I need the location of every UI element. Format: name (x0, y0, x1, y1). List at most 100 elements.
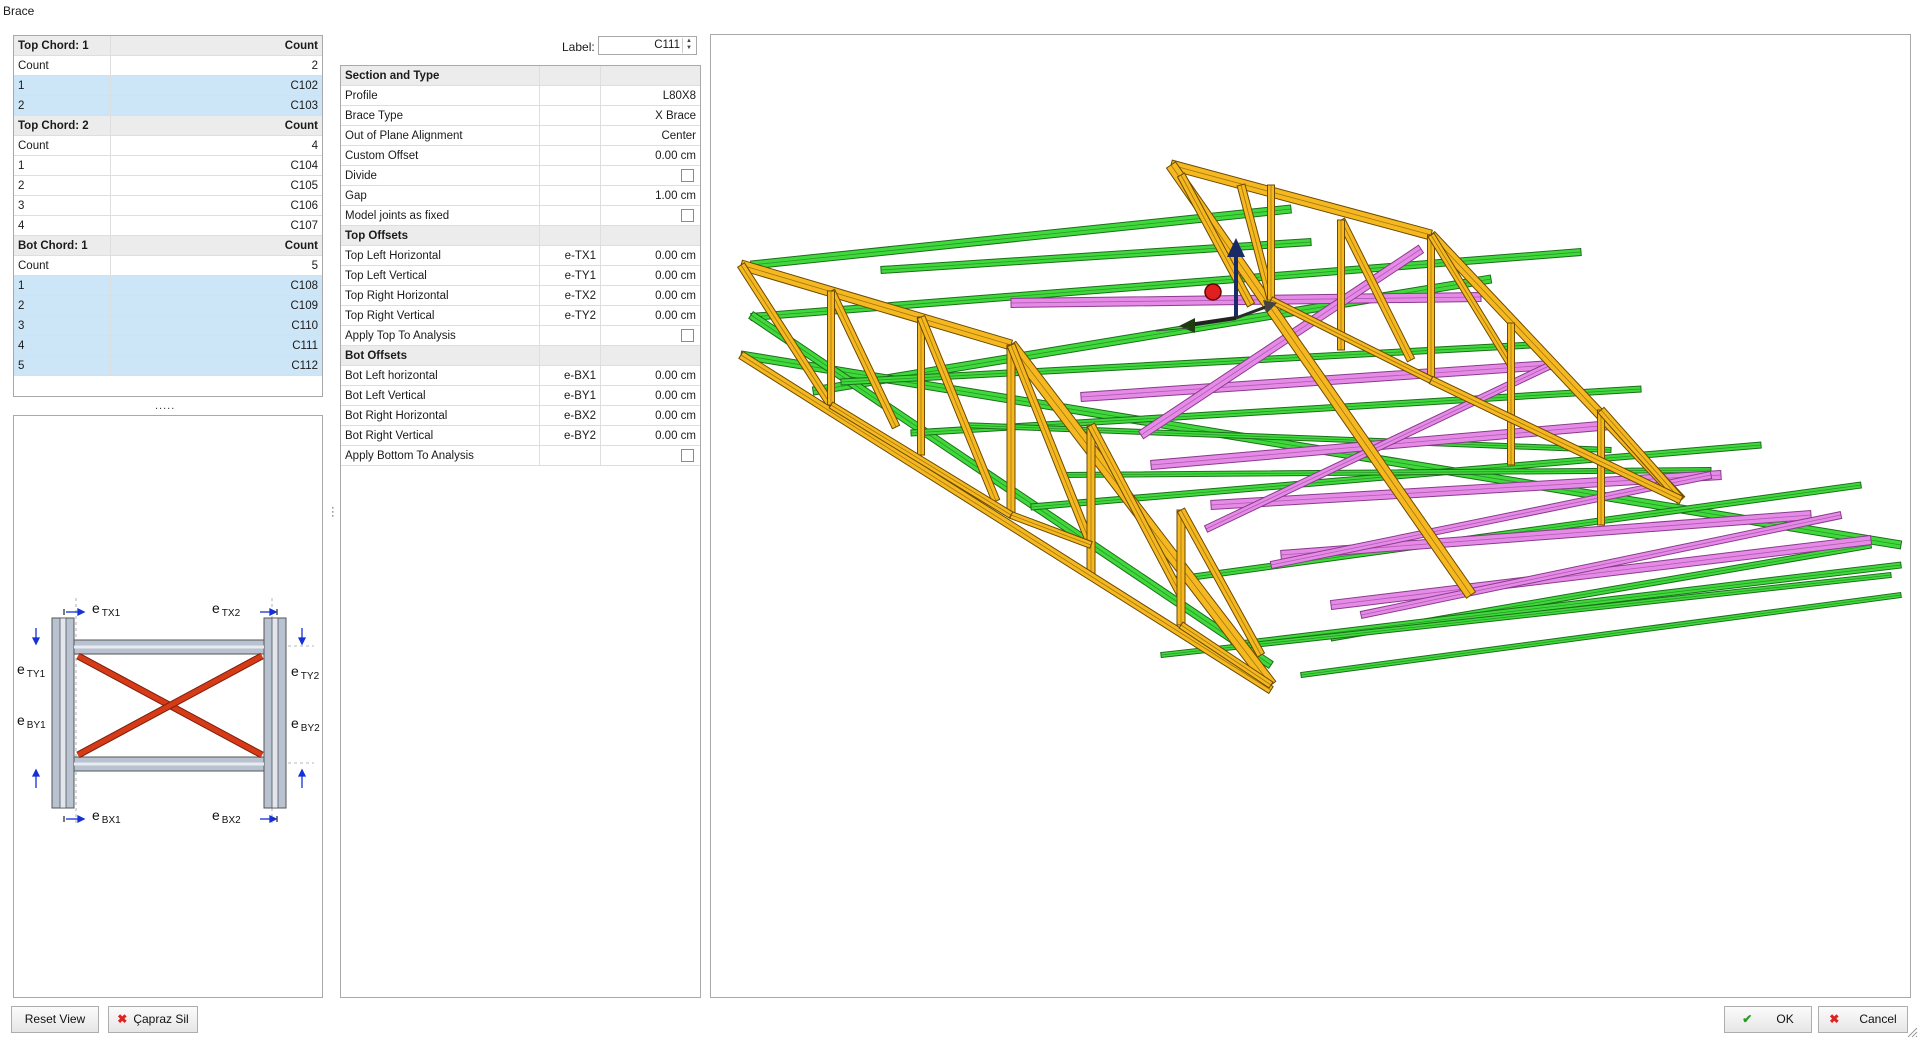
property-value[interactable]: 0.00 cm (600, 365, 700, 386)
chord-count-row[interactable]: Count 2 (14, 55, 322, 76)
vertical-splitter-grip[interactable]: · · · (331, 503, 337, 522)
label-input[interactable]: C111 ▲ ▼ (598, 36, 697, 55)
property-name: Divide (341, 165, 540, 186)
property-row[interactable]: Profile L80X8 (341, 85, 700, 106)
cancel-button[interactable]: ✖ Cancel (1818, 1006, 1908, 1033)
property-grid[interactable]: Section and Type Profile L80X8 Brace Type X … (340, 65, 701, 998)
chord-member-row[interactable]: 1 C108 (14, 275, 322, 296)
chord-member-row[interactable]: 2 C103 (14, 95, 322, 116)
chord-count-row[interactable]: Count 4 (14, 135, 322, 156)
property-row[interactable]: Brace Type X Brace (341, 105, 700, 126)
chord-member-id: C110 (110, 315, 322, 336)
property-code (539, 185, 601, 206)
cancel-label: Cancel (1859, 1012, 1897, 1026)
chord-group-count-header: Count (110, 235, 322, 256)
property-code (539, 205, 601, 226)
delete-brace-button[interactable]: ✖ Çapraz Sil (108, 1006, 198, 1033)
property-category[interactable]: Bot Offsets (341, 345, 700, 366)
chord-member-index: 2 (14, 295, 111, 316)
property-code: e-TY1 (539, 265, 601, 286)
chord-member-row[interactable]: 2 C109 (14, 295, 322, 316)
label-spinner[interactable]: ▲ ▼ (682, 38, 695, 53)
property-name: Out of Plane Alignment (341, 125, 540, 146)
property-value[interactable]: 0.00 cm (600, 425, 700, 446)
property-row[interactable]: Custom Offset 0.00 cm (341, 145, 700, 166)
property-name: Apply Top To Analysis (341, 325, 540, 346)
property-value[interactable]: X Brace (600, 105, 700, 126)
property-row[interactable]: Gap 1.00 cm (341, 185, 700, 206)
chord-member-index: 1 (14, 155, 111, 176)
reset-view-label: Reset View (24, 1012, 86, 1026)
label-e-bx2: e BX2 (212, 807, 241, 826)
ok-button[interactable]: ✔ OK (1724, 1006, 1812, 1033)
chord-group-header[interactable]: Top Chord: 2 Count (14, 115, 322, 136)
property-code (539, 85, 601, 106)
property-name: Bot Right Horizontal (341, 405, 540, 426)
property-value[interactable]: 0.00 cm (600, 265, 700, 286)
horizontal-splitter-grip[interactable]: ..... (155, 400, 175, 412)
chord-member-id: C112 (110, 355, 322, 376)
property-name: Bot Right Vertical (341, 425, 540, 446)
property-checkbox[interactable] (681, 208, 694, 222)
chord-member-id: C108 (110, 275, 322, 296)
roof-truss-model[interactable] (711, 35, 1910, 997)
property-row[interactable]: Bot Right Horizontal e-BX2 0.00 cm (341, 405, 700, 426)
chord-list[interactable]: Top Chord: 1 Count Count 2 1 C102 2 C103 Top Cho… (13, 35, 323, 397)
chord-count-value: 2 (110, 55, 322, 76)
spin-down-icon[interactable]: ▼ (686, 45, 692, 51)
delete-brace-label: Çapraz Sil (133, 1012, 189, 1026)
property-row[interactable]: Out of Plane Alignment Center (341, 125, 700, 146)
property-row[interactable]: Apply Top To Analysis (341, 325, 700, 346)
spin-up-icon[interactable]: ▲ (686, 38, 692, 44)
property-name: Bot Left Vertical (341, 385, 540, 406)
label-e-bx1: e BX1 (92, 807, 121, 826)
property-value[interactable]: 0.00 cm (600, 285, 700, 306)
property-code (539, 145, 601, 166)
reset-view-button[interactable]: Reset View (11, 1006, 99, 1033)
chord-member-row[interactable]: 4 C111 (14, 335, 322, 356)
chord-member-index: 3 (14, 315, 111, 336)
chord-count-row[interactable]: Count 5 (14, 255, 322, 276)
property-name: Bot Left horizontal (341, 365, 540, 386)
right-column (263, 617, 287, 809)
chord-group-header[interactable]: Bot Chord: 1 Count (14, 235, 322, 256)
property-checkbox[interactable] (681, 328, 694, 342)
chord-member-row[interactable]: 1 C104 (14, 155, 322, 176)
property-row[interactable]: Top Left Vertical e-TY1 0.00 cm (341, 265, 700, 286)
property-value[interactable]: L80X8 (600, 85, 700, 106)
property-category[interactable]: Top Offsets (341, 225, 700, 246)
3d-viewport[interactable] (710, 34, 1911, 998)
chord-member-row[interactable]: 1 C102 (14, 75, 322, 96)
property-row[interactable]: Top Left Horizontal e-TX1 0.00 cm (341, 245, 700, 266)
property-row[interactable]: Bot Right Vertical e-BY2 0.00 cm (341, 425, 700, 446)
property-row[interactable]: Top Right Vertical e-TY2 0.00 cm (341, 305, 700, 326)
chord-group-count-header: Count (110, 115, 322, 136)
property-value[interactable]: 0.00 cm (600, 385, 700, 406)
property-row[interactable]: Apply Bottom To Analysis (341, 445, 700, 466)
chord-member-row[interactable]: 2 C105 (14, 175, 322, 196)
property-row[interactable]: Top Right Horizontal e-TX2 0.00 cm (341, 285, 700, 306)
property-row[interactable]: Bot Left horizontal e-BX1 0.00 cm (341, 365, 700, 386)
property-value[interactable]: 1.00 cm (600, 185, 700, 206)
property-row[interactable]: Divide (341, 165, 700, 186)
property-row[interactable]: Bot Left Vertical e-BY1 0.00 cm (341, 385, 700, 406)
property-category[interactable]: Section and Type (341, 66, 700, 86)
property-row[interactable]: Model joints as fixed (341, 205, 700, 226)
chord-member-row[interactable]: 3 C110 (14, 315, 322, 336)
chord-member-row[interactable]: 3 C106 (14, 195, 322, 216)
property-checkbox[interactable] (681, 448, 694, 462)
property-checkbox[interactable] (681, 168, 694, 182)
property-value[interactable]: 0.00 cm (600, 245, 700, 266)
property-value[interactable]: Center (600, 125, 700, 146)
property-value[interactable]: 0.00 cm (600, 405, 700, 426)
property-value[interactable]: 0.00 cm (600, 305, 700, 326)
chord-member-row[interactable]: 4 C107 (14, 215, 322, 236)
property-name: Apply Bottom To Analysis (341, 445, 540, 466)
ok-label: OK (1776, 1012, 1794, 1026)
chord-member-row[interactable]: 5 C112 (14, 355, 322, 376)
chord-group-name: Bot Chord: 1 (14, 235, 111, 256)
chord-group-header[interactable]: Top Chord: 1 Count (14, 36, 322, 56)
resize-grip-icon[interactable] (1906, 1026, 1918, 1038)
property-name: Custom Offset (341, 145, 540, 166)
property-value[interactable]: 0.00 cm (600, 145, 700, 166)
